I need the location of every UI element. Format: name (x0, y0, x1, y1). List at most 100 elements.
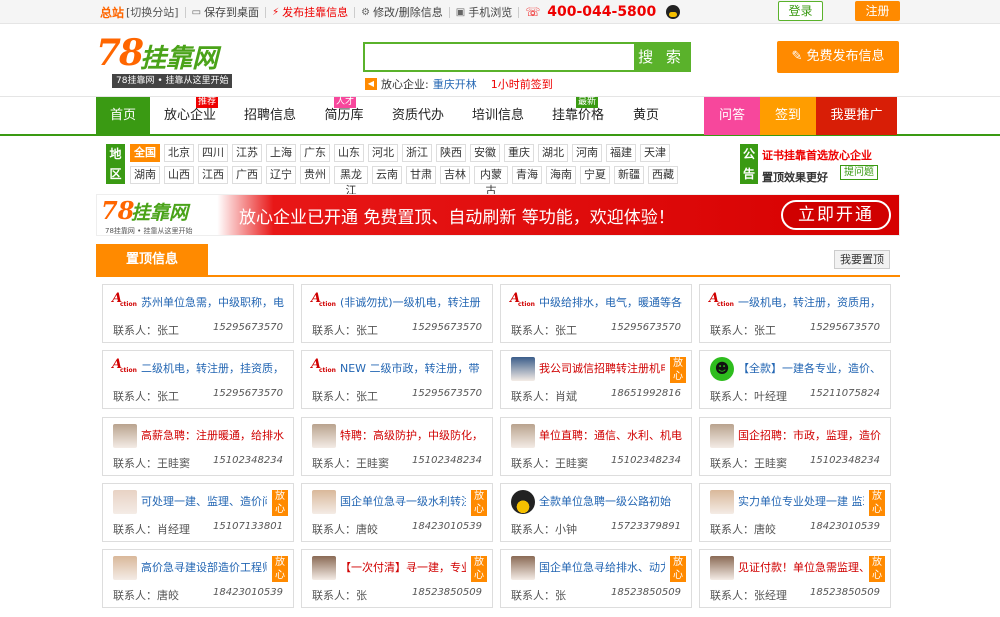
listing-card[interactable]: 可处理一建、监理、造价问题放心联系人：肖经理 15107133801 (102, 483, 294, 542)
nav-jobs[interactable]: 招聘信息 (236, 97, 304, 135)
notice-line-2[interactable]: 置顶效果更好 (762, 169, 828, 185)
set-top-button[interactable]: 我要置顶 (834, 250, 890, 269)
listing-title[interactable]: 我公司诚信招聘转注册机电专 (539, 360, 665, 376)
listing-card[interactable]: 实力单位专业处理一建 监理 放心 联系人：唐皎 18423010539 (699, 483, 891, 542)
listing-card[interactable]: ☻ 【全款】一建各专业，造价、 联系人：叶经理 15211075824 (699, 350, 891, 409)
region-city[interactable]: 青海 (512, 166, 542, 184)
switch-site-link[interactable]: [切换分站] (126, 4, 179, 20)
listing-title[interactable]: NEW 二级市政，转注册，带 (340, 360, 490, 376)
post-info-link[interactable]: ⚡ 发布挂靠信息 (272, 4, 348, 20)
region-city[interactable]: 黑龙江 (334, 166, 368, 197)
region-city[interactable]: 重庆 (504, 144, 534, 162)
notice-line-1[interactable]: 证书挂靠首选放心企业 (762, 147, 872, 163)
region-city[interactable]: 四川 (198, 144, 228, 162)
listing-title[interactable]: 高薪急聘：注册暖通，给排水 (141, 427, 291, 443)
search-button[interactable]: 搜 索 (634, 44, 689, 70)
listing-title[interactable]: 二级机电，转注册，挂资质， (141, 360, 291, 376)
nav-training[interactable]: 培训信息 (464, 97, 532, 135)
listing-card[interactable]: Action 中级给排水，电气，暖通等各 联系人：张工 15295673570 (500, 284, 692, 343)
region-city[interactable]: 天津 (640, 144, 670, 162)
listing-card[interactable]: Action NEW 二级市政，转注册，带 联系人：张工 15295673570 (301, 350, 493, 409)
region-city[interactable]: 北京 (164, 144, 194, 162)
region-city[interactable]: 宁夏 (580, 166, 610, 184)
listing-title[interactable]: 国企单位急寻给排水、动力、 (539, 559, 665, 575)
region-city[interactable]: 贵州 (300, 166, 330, 184)
listing-card[interactable]: 【一次付清】寻一建，专业处放心联系人：张 18523850509 (301, 549, 493, 608)
promo-banner[interactable]: 78 挂靠网 78挂靠网 • 挂靠从这里开始 放心企业已开通 免费置顶、自动刷新… (96, 194, 900, 236)
listing-title[interactable]: 【一次付清】寻一建，专业处 (340, 559, 466, 575)
free-post-button[interactable]: ✎ 免费发布信息 (777, 41, 899, 73)
region-city[interactable]: 河南 (572, 144, 602, 162)
listing-card[interactable]: 全款单位急聘一级公路初始 联系人：小钟 15723379891 (500, 483, 692, 542)
ticker-company[interactable]: 重庆开林 (433, 76, 477, 92)
region-city[interactable]: 福建 (606, 144, 636, 162)
listing-card[interactable]: Action 一级机电，转注册，资质用， 联系人：张工 15295673570 (699, 284, 891, 343)
listing-title[interactable]: 国企招聘：市政，监理，造价 (738, 427, 888, 443)
nav-prices[interactable]: 挂靠价格 最新 (544, 97, 612, 135)
listing-title[interactable]: 单位直聘：通信、水利、机电 (539, 427, 689, 443)
listing-title[interactable]: 可处理一建、监理、造价问题 (141, 493, 267, 509)
region-city[interactable]: 西藏 (648, 166, 678, 184)
listing-title[interactable]: 见证付款！单位急需监理、造 (738, 559, 864, 575)
listing-card[interactable]: 单位直聘：通信、水利、机电 联系人：王眭窦 15102348234 (500, 417, 692, 476)
region-city[interactable]: 湖北 (538, 144, 568, 162)
listing-title[interactable]: 全款单位急聘一级公路初始 (539, 493, 689, 509)
open-now-button[interactable]: 立即开通 (781, 200, 891, 230)
listing-card[interactable]: Action 苏州单位急需，中级职称，电 联系人：张工 15295673570 (102, 284, 294, 343)
listing-title[interactable]: 特聘：高级防护，中级防化， (340, 427, 490, 443)
listing-card[interactable]: 见证付款！单位急需监理、造放心联系人：张经理 18523850509 (699, 549, 891, 608)
nav-resumes[interactable]: 简历库 人才 (316, 97, 372, 135)
region-city[interactable]: 甘肃 (406, 166, 436, 184)
region-city[interactable]: 内蒙古 (474, 166, 508, 197)
region-city[interactable]: 江西 (198, 166, 228, 184)
listing-title[interactable]: (非诚勿扰)一级机电，转注册 (340, 294, 490, 310)
nav-qualification[interactable]: 资质代办 (384, 97, 452, 135)
main-site-link[interactable]: 总站 (100, 4, 124, 21)
register-button[interactable]: 注册 (855, 1, 900, 21)
nav-home[interactable]: 首页 (96, 97, 150, 135)
region-city[interactable]: 广东 (300, 144, 330, 162)
qq-penguin-icon[interactable] (666, 5, 681, 19)
listing-title[interactable]: 苏州单位急需，中级职称，电 (141, 294, 291, 310)
ask-question-button[interactable]: 提问题 (840, 165, 878, 180)
region-city[interactable]: 江苏 (232, 144, 262, 162)
listing-title[interactable]: 高价急寻建设部造价工程师初 (141, 559, 267, 575)
region-city[interactable]: 新疆 (614, 166, 644, 184)
nav-qa[interactable]: 问答 (704, 97, 760, 135)
site-logo[interactable]: 78 挂靠网 78挂靠网 • 挂靠从这里开始 (96, 32, 246, 90)
region-city[interactable]: 山西 (164, 166, 194, 184)
listing-card[interactable]: 国企单位急寻一级水利转注资放心联系人：唐皎 18423010539 (301, 483, 493, 542)
listing-title[interactable]: 国企单位急寻一级水利转注资 (340, 493, 466, 509)
nav-checkin[interactable]: 签到 (760, 97, 816, 135)
region-city[interactable]: 辽宁 (266, 166, 296, 184)
region-city[interactable]: 陕西 (436, 144, 466, 162)
region-city[interactable]: 吉林 (440, 166, 470, 184)
listing-card[interactable]: 高薪急聘：注册暖通，给排水 联系人：王眭窦 15102348234 (102, 417, 294, 476)
edit-info-link[interactable]: ⚙ 修改/删除信息 (361, 4, 443, 20)
save-desktop-link[interactable]: ▭ 保存到桌面 (192, 4, 259, 20)
region-city[interactable]: 广西 (232, 166, 262, 184)
listing-card[interactable]: 高价急寻建设部造价工程师初放心联系人：唐皎 18423010539 (102, 549, 294, 608)
region-city[interactable]: 山东 (334, 144, 364, 162)
region-city[interactable]: 湖南 (130, 166, 160, 184)
nav-promote[interactable]: 我要推广 (816, 97, 897, 135)
login-button[interactable]: 登录 (778, 1, 823, 21)
region-city[interactable]: 河北 (368, 144, 398, 162)
region-city[interactable]: 云南 (372, 166, 402, 184)
nav-yellow-pages[interactable]: 黄页 (624, 97, 668, 135)
listing-title[interactable]: 【全款】一建各专业，造价、 (738, 360, 888, 376)
region-city[interactable]: 全国 (130, 144, 160, 162)
search-input[interactable] (365, 44, 635, 70)
listing-card[interactable]: Action (非诚勿扰)一级机电，转注册 联系人：张工 15295673570 (301, 284, 493, 343)
region-city[interactable]: 安徽 (470, 144, 500, 162)
mobile-link[interactable]: ▣ 手机浏览 (456, 4, 512, 20)
region-city[interactable]: 浙江 (402, 144, 432, 162)
region-city[interactable]: 海南 (546, 166, 576, 184)
listing-card[interactable]: 特聘：高级防护，中级防化， 联系人：王眭窦 15102348234 (301, 417, 493, 476)
listing-title[interactable]: 实力单位专业处理一建 监理 (738, 493, 864, 509)
region-city[interactable]: 上海 (266, 144, 296, 162)
nav-trusted-companies[interactable]: 放心企业 推荐 (156, 97, 224, 135)
listing-card[interactable]: 国企单位急寻给排水、动力、放心联系人：张 18523850509 (500, 549, 692, 608)
listing-title[interactable]: 中级给排水，电气，暖通等各 (539, 294, 689, 310)
listing-card[interactable]: 国企招聘：市政，监理，造价 联系人：王眭窦 15102348234 (699, 417, 891, 476)
